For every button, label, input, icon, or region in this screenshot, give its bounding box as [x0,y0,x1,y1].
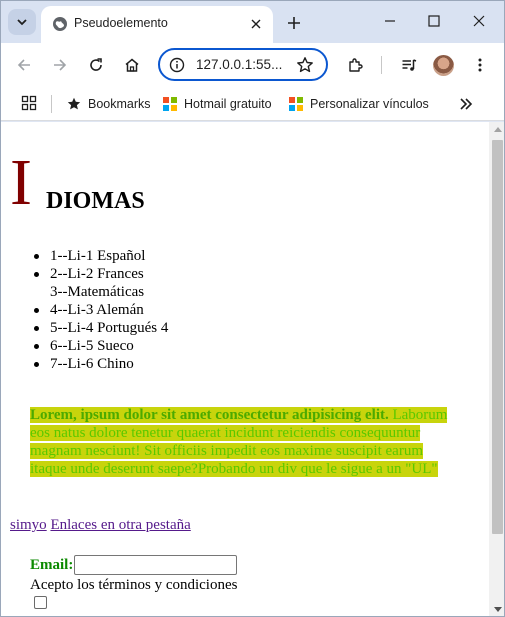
list-item: 7--Li-6 Chino [31,355,168,373]
page-viewport: I DIOMAS 1--Li-1 Español 2--Li-2 Frances… [1,122,504,616]
list-item: 1--Li-1 Español [31,247,168,265]
globe-icon [53,17,67,31]
queue-music-icon [402,59,417,71]
language-list: 1--Li-1 Español 2--Li-2 Frances 3--Matem… [31,247,168,373]
link-simyo[interactable]: simyo [10,517,47,533]
star-outline-icon[interactable] [296,56,314,74]
list-item: 2--Li-2 Frances [31,265,168,283]
scrollbar-thumb[interactable] [492,140,503,534]
forward-button[interactable] [46,51,74,79]
contact-form: Email: Acepto los términos y condiciones [30,554,237,609]
bookmark-label: Hotmail gratuito [184,97,272,111]
arrow-right-icon [54,59,67,71]
site-info-icon[interactable] [169,57,185,73]
links-row: simyo Enlaces en otra pestaña [10,517,191,534]
bookmark-bookmarks[interactable]: Bookmarks [67,94,151,114]
maximize-button[interactable] [414,6,454,36]
microsoft-icon [289,97,303,111]
url-text[interactable]: 127.0.0.1:55... [196,57,282,72]
email-label: Email: [30,556,74,573]
link-new-tab[interactable]: Enlaces en otra pestaña [50,517,190,533]
chevron-double-right-icon[interactable] [457,95,475,113]
bookmark-label: Bookmarks [88,97,151,111]
extensions-button[interactable] [341,51,369,79]
minimize-button[interactable] [370,6,410,36]
tab-search-button[interactable] [8,9,36,35]
toolbar-separator [381,56,382,74]
bookmark-hotmail[interactable]: Hotmail gratuito [163,94,272,114]
lorem-bold: Lorem, ipsum dolor sit amet consectetur … [30,407,389,423]
tab-title: Pseudoelemento [74,16,168,30]
bookmark-personalizar[interactable]: Personalizar vínculos [289,94,429,114]
list-item: 3--Matemáticas [50,284,145,300]
reload-button[interactable] [82,51,110,79]
maximize-icon [428,15,440,27]
close-icon [473,15,485,27]
browser-window: Pseudoelemento 127.0.0.1:55... Bookmarks… [0,0,505,617]
bookmarks-bar: Bookmarks Hotmail gratuito Personalizar … [1,87,504,121]
heading-text: DIOMAS [46,188,145,214]
media-control-button[interactable] [395,51,423,79]
tab-pseudoelemento[interactable]: Pseudoelemento [41,6,273,43]
tab-strip: Pseudoelemento [1,1,504,43]
address-bar[interactable]: 127.0.0.1:55... [158,48,328,81]
home-icon [125,58,139,72]
back-button[interactable] [10,51,38,79]
tab-close-button[interactable] [246,14,266,34]
scrollbar[interactable] [489,122,504,616]
toolbar: 127.0.0.1:55... [1,43,504,87]
terms-label: Acepto los términos y condiciones [30,577,238,593]
home-button[interactable] [118,51,146,79]
arrow-left-icon [17,59,30,71]
microsoft-icon [163,97,177,111]
puzzle-icon [349,58,363,72]
email-row: Email: [30,554,238,576]
email-field[interactable] [74,555,238,575]
list-item: 6--Li-5 Sueco [31,337,168,355]
profile-avatar[interactable] [433,55,454,76]
bookmarks-separator [51,95,52,113]
lorem-block: Lorem, ipsum dolor sit amet consectetur … [30,406,462,478]
plus-icon [288,17,300,29]
list-item: 4--Li-3 Alemán [31,301,168,319]
minimize-icon [385,20,395,22]
scroll-up-arrow-icon[interactable] [494,127,502,132]
scroll-down-arrow-icon[interactable] [494,607,502,612]
chevron-down-icon [17,19,27,26]
bookmark-label: Personalizar vínculos [310,97,429,111]
terms-checkbox[interactable] [34,596,47,609]
close-window-button[interactable] [459,6,499,36]
heading-drop-cap: I [10,146,32,219]
star-icon [67,97,81,110]
close-icon [251,19,261,29]
reload-icon [90,58,102,71]
apps-grid-icon[interactable] [21,95,37,111]
new-tab-button[interactable] [282,11,306,35]
more-vert-icon [478,58,482,72]
menu-button[interactable] [466,51,494,79]
list-item: 5--Li-4 Portugués 4 [31,319,168,337]
